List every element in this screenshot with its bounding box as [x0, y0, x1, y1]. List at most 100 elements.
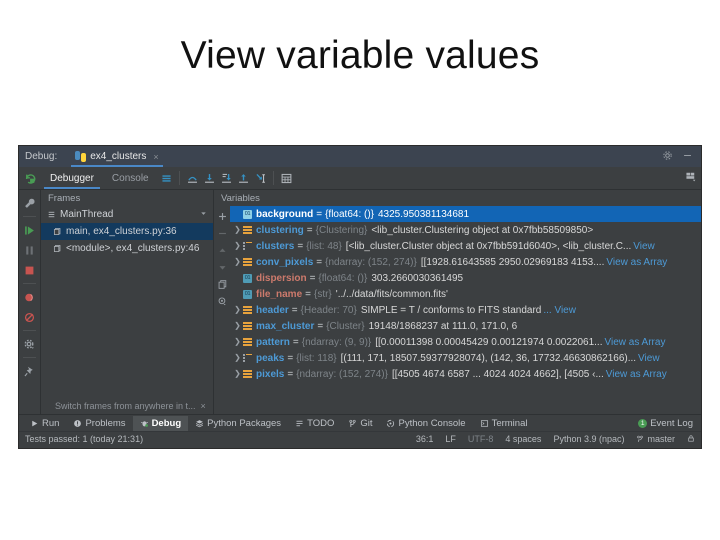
tool-button-todo[interactable]: TODO [288, 416, 341, 431]
debugger-toolbar: Debugger Console [19, 167, 701, 190]
variable-type: {float64: ()} [325, 209, 374, 220]
variable-name: peaks [256, 353, 284, 364]
chevron-down-icon[interactable] [199, 209, 208, 221]
copy-value-icon[interactable] [217, 276, 228, 293]
view-as-array-link[interactable]: View as Array [606, 369, 667, 380]
tool-window-bar: Run Problems Debug Python Packages TODO … [19, 414, 701, 431]
tool-button-terminal[interactable]: Terminal [473, 416, 535, 431]
move-down-icon[interactable] [217, 259, 228, 276]
pin-icon[interactable] [19, 361, 40, 381]
view-link[interactable]: View [633, 241, 655, 252]
force-step-into-icon[interactable] [218, 170, 235, 187]
primitive-value-icon: 01 [243, 274, 252, 283]
variable-row[interactable]: 01 background = {float64: ()} 4325.95038… [230, 206, 701, 222]
indent-setting[interactable]: 4 spaces [505, 434, 541, 444]
view-breakpoints-icon[interactable] [19, 287, 40, 307]
tool-button-event-log[interactable]: 1 Event Log [631, 416, 701, 431]
resume-program-icon[interactable] [19, 220, 40, 240]
variable-row[interactable]: ❯ header = {Header: 70} SIMPLE = T / con… [230, 302, 701, 318]
tool-button-git-label: Git [360, 418, 372, 429]
frames-header: Frames [41, 190, 213, 206]
line-separator[interactable]: LF [445, 434, 456, 444]
git-branch-widget[interactable]: master [636, 434, 675, 444]
variable-type: {ndarray: (9, 9)} [302, 337, 371, 348]
pause-program-icon[interactable] [19, 240, 40, 260]
step-over-icon[interactable] [184, 170, 201, 187]
tool-button-python-console[interactable]: Python Console [379, 416, 472, 431]
rail-separator-2 [23, 283, 36, 284]
settings-gear-icon[interactable] [19, 334, 40, 354]
remove-watch-icon[interactable] [217, 225, 228, 242]
run-to-cursor-icon[interactable] [252, 170, 269, 187]
view-link[interactable]: View [638, 353, 660, 364]
stop-icon[interactable] [19, 260, 40, 280]
layout-settings-icon[interactable] [684, 170, 697, 186]
frame-row[interactable]: main, ex4_clusters.py:36 [41, 223, 213, 240]
view-as-array-link[interactable]: View as Array [606, 257, 667, 268]
variable-row[interactable]: ❯ pixels = {ndarray: (152, 274)} [[4505 … [230, 366, 701, 382]
tool-button-python-packages[interactable]: Python Packages [188, 416, 288, 431]
variables-list[interactable]: 01 background = {float64: ()} 4325.95038… [230, 206, 701, 414]
caret-position[interactable]: 36:1 [416, 434, 434, 444]
add-watch-icon[interactable] [217, 208, 228, 225]
variable-type: {list: 48} [306, 241, 342, 252]
variable-name: pattern [256, 337, 290, 348]
variable-row[interactable]: ❯ peaks = {list: 118} [(111, 171, 18507.… [230, 350, 701, 366]
expand-arrow[interactable]: ❯ [232, 258, 243, 266]
show-lines-icon[interactable] [158, 170, 175, 187]
thread-selector[interactable]: MainThread [41, 206, 213, 223]
rerun-icon[interactable] [19, 172, 41, 185]
frame-row[interactable]: <module>, ex4_clusters.py:46 [41, 240, 213, 257]
view-as-array-link[interactable]: View as Array [605, 337, 666, 348]
variable-row[interactable]: ❯ conv_pixels = {ndarray: (152, 274)} [[… [230, 254, 701, 270]
debug-action-rail [19, 190, 41, 414]
rail-separator-4 [23, 357, 36, 358]
debug-session-tab[interactable]: ex4_clusters × [69, 146, 164, 167]
gear-icon[interactable] [662, 150, 673, 164]
step-into-icon[interactable] [201, 170, 218, 187]
expand-arrow[interactable]: ❯ [232, 306, 243, 314]
close-icon[interactable]: × [201, 401, 206, 411]
minimize-icon[interactable] [682, 150, 693, 164]
tool-button-run[interactable]: Run [23, 416, 66, 431]
tab-console[interactable]: Console [103, 167, 158, 189]
thread-icon [47, 210, 56, 219]
expand-arrow[interactable]: ❯ [232, 322, 243, 330]
variable-name: pixels [256, 369, 284, 380]
mute-breakpoints-icon[interactable] [19, 307, 40, 327]
variable-value: 303.2660030361495 [371, 273, 463, 284]
page-title: View variable values [0, 36, 720, 75]
variables-gutter [214, 206, 230, 414]
expand-arrow[interactable]: ❯ [232, 370, 243, 378]
variable-row[interactable]: ❯ clusters = {list: 48} [<lib_cluster.Cl… [230, 238, 701, 254]
variable-row[interactable]: 01 dispersion = {float64: ()} 303.266003… [230, 270, 701, 286]
primitive-value-icon: 01 [243, 290, 252, 299]
equals-sign: = [316, 257, 322, 268]
tool-button-debug[interactable]: Debug [133, 416, 189, 431]
move-up-icon[interactable] [217, 242, 228, 259]
tool-button-problems[interactable]: Problems [66, 416, 132, 431]
expand-arrow[interactable]: ❯ [232, 242, 243, 250]
view-link[interactable]: ... View [543, 305, 576, 316]
python-interpreter[interactable]: Python 3.9 (npac) [553, 434, 624, 444]
wrench-icon[interactable] [19, 193, 40, 213]
variable-row[interactable]: ❯ max_cluster = {Cluster} 19148/1868237 … [230, 318, 701, 334]
debug-label: Debug: [25, 151, 57, 162]
equals-sign: = [307, 225, 313, 236]
tool-button-git[interactable]: Git [341, 416, 379, 431]
equals-sign: = [293, 337, 299, 348]
file-encoding[interactable]: UTF-8 [468, 434, 494, 444]
expand-arrow[interactable]: ❯ [232, 354, 243, 362]
equals-sign: = [316, 209, 322, 220]
close-icon[interactable]: × [153, 152, 158, 162]
evaluate-expression-icon[interactable] [278, 170, 295, 187]
variable-row[interactable]: ❯ pattern = {ndarray: (9, 9)} [[0.000113… [230, 334, 701, 350]
inspect-icon[interactable] [217, 293, 228, 310]
expand-arrow[interactable]: ❯ [232, 338, 243, 346]
variable-row[interactable]: 01 file_name = {str} '../../data/fits/co… [230, 286, 701, 302]
variable-row[interactable]: ❯ clustering = {Clustering} <lib_cluster… [230, 222, 701, 238]
lock-icon[interactable] [687, 434, 695, 445]
expand-arrow[interactable]: ❯ [232, 226, 243, 234]
step-out-icon[interactable] [235, 170, 252, 187]
tab-debugger[interactable]: Debugger [41, 167, 103, 189]
